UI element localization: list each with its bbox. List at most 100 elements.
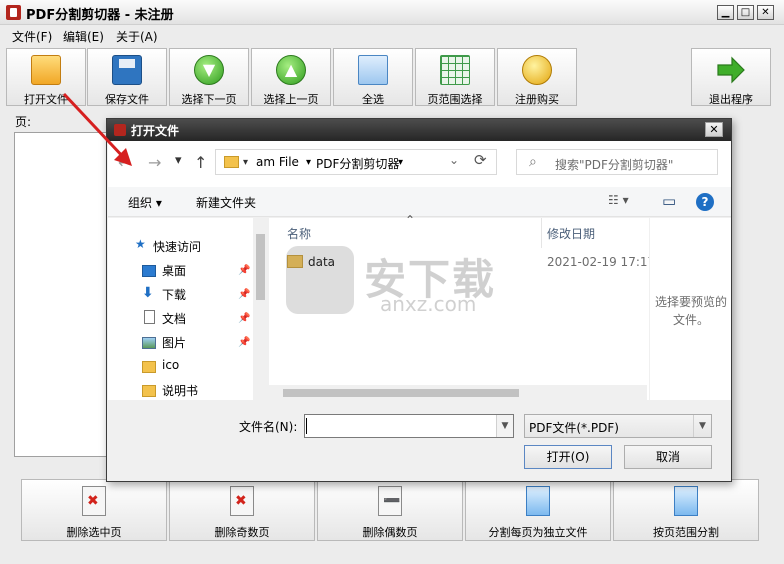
cancel-button[interactable]: 取消 — [624, 445, 712, 469]
delete-page-icon: ✖ — [82, 486, 106, 516]
column-header-name[interactable]: 名称 — [287, 225, 311, 242]
download-icon: ⬇ — [142, 285, 154, 301]
help-icon[interactable]: ? — [696, 193, 714, 211]
watermark-url: anxz.com — [380, 292, 477, 316]
pin-icon: 📌 — [238, 265, 251, 276]
filename-dropdown-icon[interactable]: ▼ — [496, 415, 513, 437]
address-segment-1[interactable]: am File — [256, 155, 299, 169]
nav-item-pictures[interactable]: 图片 — [162, 334, 186, 351]
delete-odd-pages-button[interactable]: ✖ 删除奇数页 — [169, 479, 315, 541]
nav-item-desktop[interactable]: 桌面 — [162, 262, 186, 279]
close-button[interactable]: ✕ — [757, 5, 774, 20]
preview-message: 选择要预览的文件。 — [654, 295, 727, 327]
folder-icon — [142, 385, 156, 397]
split-by-range-label: 按页范围分割 — [653, 526, 719, 539]
nav-item-downloads[interactable]: 下载 — [162, 286, 186, 303]
save-disk-icon — [112, 55, 142, 85]
dialog-command-bar: 组织 ▾ 新建文件夹 ☷ ▾ ▭ ? — [108, 187, 731, 217]
dialog-nav-bar: ← → ▾ ↑ ▾ am File ▾ PDF分割剪切器 ▾ ⌄ ⟳ ⌕ 搜索"… — [108, 141, 731, 187]
folder-icon — [142, 361, 156, 373]
address-dropdown-icon[interactable]: ▾ — [243, 157, 248, 168]
select-all-button[interactable]: 全选 — [333, 48, 413, 106]
page-range-select-label: 页范围选择 — [427, 93, 483, 106]
pin-icon: 📌 — [238, 289, 251, 300]
filetype-dropdown-icon[interactable]: ▼ — [693, 415, 711, 437]
page-list-panel[interactable] — [14, 132, 108, 457]
menu-about[interactable]: 关于(A) — [116, 28, 158, 45]
address-history-icon[interactable]: ⌄ — [449, 153, 459, 167]
menu-edit[interactable]: 编辑(E) — [63, 28, 104, 45]
refresh-icon[interactable]: ⟳ — [474, 151, 487, 169]
text-caret — [306, 418, 307, 434]
address-bar[interactable]: ▾ am File ▾ PDF分割剪切器 ▾ ⌄ — [215, 149, 497, 175]
open-folder-icon — [31, 55, 61, 85]
nav-item-ico[interactable]: ico — [162, 358, 179, 372]
column-divider[interactable] — [541, 218, 542, 248]
delete-selected-page-button[interactable]: ✖ 删除选中页 — [21, 479, 167, 541]
exit-program-button[interactable]: 退出程序 — [691, 48, 771, 106]
delete-even-pages-button[interactable]: ➖ 删除偶数页 — [317, 479, 463, 541]
page-label: 页: — [15, 115, 32, 129]
preview-pane: 选择要预览的文件。 — [649, 218, 731, 400]
coin-icon — [522, 55, 552, 85]
column-header-modified[interactable]: 修改日期 — [547, 225, 595, 242]
nav-item-manual[interactable]: 说明书 — [162, 382, 198, 399]
desktop-icon — [142, 265, 156, 277]
nav-item-documents[interactable]: 文档 — [162, 310, 186, 327]
sort-ascending-icon: ⌃ — [405, 213, 416, 227]
filename-input[interactable] — [304, 414, 514, 438]
file-modified-date: 2021-02-19 17:17 — [547, 255, 656, 269]
dialog-title-bar: 打开文件 ✕ — [107, 119, 731, 141]
folder-icon — [224, 156, 239, 168]
filename-label: 文件名(N): — [239, 420, 298, 434]
open-button[interactable]: 打开(O) — [524, 445, 612, 469]
page-range-select-button[interactable]: 页范围选择 — [415, 48, 495, 106]
delete-even-pages-label: 删除偶数页 — [362, 526, 418, 539]
register-buy-label: 注册购买 — [515, 93, 559, 106]
preview-pane-icon[interactable]: ▭ — [662, 192, 676, 210]
pages-icon — [358, 55, 388, 85]
menu-file[interactable]: 文件(F) — [12, 28, 52, 45]
segment-chevron-icon[interactable]: ▾ — [306, 157, 311, 168]
horizontal-scrollbar-thumb[interactable] — [283, 389, 519, 397]
nav-item-quick-access[interactable]: 快速访问 — [153, 238, 201, 255]
split-each-page-button[interactable]: 分割每页为独立文件 — [465, 479, 611, 541]
split-by-range-button[interactable]: 按页范围分割 — [613, 479, 759, 541]
arrow-up-circle-icon: ▲ — [276, 55, 306, 85]
annotation-arrow-icon — [62, 92, 132, 166]
app-icon — [6, 5, 21, 20]
search-input[interactable]: ⌕ 搜索"PDF分割剪切器" — [516, 149, 718, 175]
filetype-value: PDF文件(*.PDF) — [529, 421, 619, 435]
select-prev-page-button[interactable]: ▲ 选择上一页 — [251, 48, 331, 106]
view-options-icon[interactable]: ☷ ▾ — [608, 193, 629, 207]
segment-chevron-icon[interactable]: ▾ — [398, 157, 403, 168]
minimize-button[interactable]: ▁ — [717, 5, 734, 20]
search-placeholder: 搜索"PDF分割剪切器" — [555, 158, 674, 172]
register-buy-button[interactable]: 注册购买 — [497, 48, 577, 106]
select-prev-page-label: 选择上一页 — [263, 93, 319, 106]
nav-scrollbar-thumb[interactable] — [256, 234, 265, 300]
address-segment-2[interactable]: PDF分割剪切器 — [316, 155, 399, 172]
arrow-down-circle-icon: ▼ — [194, 55, 224, 85]
select-all-label: 全选 — [362, 93, 384, 106]
filetype-select[interactable]: PDF文件(*.PDF) — [524, 414, 712, 438]
exit-program-label: 退出程序 — [709, 93, 753, 106]
delete-odd-icon: ✖ — [230, 486, 254, 516]
maximize-button[interactable]: □ — [737, 5, 754, 20]
organize-button[interactable]: 组织 ▾ — [128, 194, 162, 211]
pin-icon: 📌 — [238, 313, 251, 324]
recent-locations-button[interactable]: ▾ — [175, 153, 182, 168]
pictures-icon — [142, 337, 156, 349]
up-button[interactable]: ↑ — [194, 153, 207, 172]
new-folder-button[interactable]: 新建文件夹 — [196, 194, 256, 211]
split-pages-icon — [526, 486, 550, 516]
delete-selected-page-label: 删除选中页 — [66, 526, 122, 539]
document-icon — [144, 310, 155, 324]
split-each-page-label: 分割每页为独立文件 — [488, 526, 588, 539]
dialog-close-button[interactable]: ✕ — [705, 122, 723, 137]
menu-bar: 文件(F) 编辑(E) 关于(A) — [0, 25, 784, 45]
window-title: PDF分割剪切器 - 未注册 — [26, 8, 174, 23]
forward-button[interactable]: → — [148, 153, 161, 172]
title-bar: PDF分割剪切器 - 未注册 ▁ □ ✕ — [0, 0, 784, 25]
select-next-page-button[interactable]: ▼ 选择下一页 — [169, 48, 249, 106]
